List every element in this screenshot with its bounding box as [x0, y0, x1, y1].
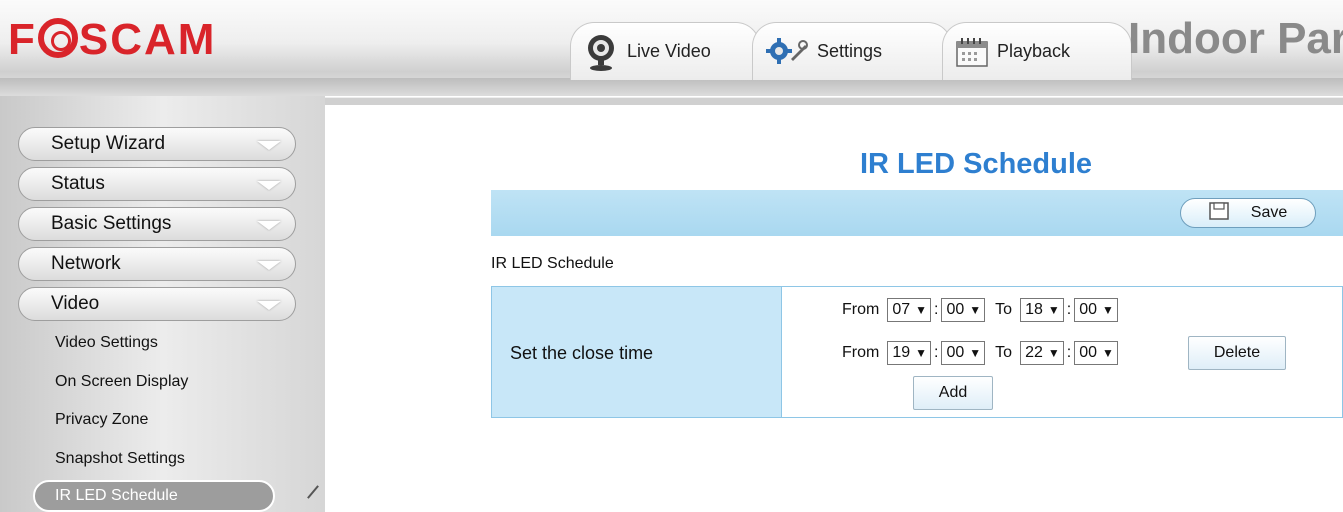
schedule-label-cell: Set the close time: [492, 287, 782, 417]
sidebar-active-label: IR LED Schedule: [55, 487, 178, 504]
chevron-down-icon: [257, 141, 281, 150]
to-label: To: [995, 301, 1013, 318]
tab-live-video-label: Live Video: [627, 41, 711, 61]
model-title: Indoor Par: [1128, 14, 1343, 63]
sidebar-item-label: Network: [51, 253, 121, 274]
from-label: From: [842, 301, 880, 318]
tab-live-video[interactable]: Live Video: [570, 22, 760, 80]
colon: :: [1066, 301, 1072, 318]
save-label: Save: [1250, 204, 1288, 221]
tab-playback-label: Playback: [997, 41, 1071, 61]
chevron-down-icon: [257, 301, 281, 310]
colon: :: [934, 344, 939, 361]
from-minute-value: 00: [946, 344, 965, 361]
main-top-divider: [325, 97, 1343, 105]
tab-settings[interactable]: Settings: [752, 22, 952, 80]
sidebar-subitem-on-screen-display[interactable]: On Screen Display: [55, 373, 188, 391]
add-button[interactable]: Add: [913, 376, 993, 410]
sidebar-item-status[interactable]: Status: [18, 167, 296, 201]
to-hour-value: 22: [1025, 344, 1043, 361]
sidebar-item-label: Basic Settings: [51, 213, 172, 234]
calendar-icon: [955, 36, 989, 68]
tab-settings-label: Settings: [817, 41, 883, 61]
to-hour-select[interactable]: 18 ▼: [1020, 298, 1064, 322]
gears-icon: [765, 37, 809, 67]
chevron-down-icon: ▼: [1102, 303, 1114, 317]
save-button[interactable]: Save: [1180, 198, 1316, 228]
to-hour-value: 18: [1025, 301, 1043, 318]
chevron-down-icon: ▼: [915, 346, 928, 360]
section-label: IR LED Schedule: [491, 255, 614, 272]
to-minute-select[interactable]: 00 ▼: [1074, 298, 1118, 322]
save-icon: [1209, 201, 1229, 225]
sidebar-item-network[interactable]: Network: [18, 247, 296, 281]
from-hour-select[interactable]: 07 ▼: [887, 298, 932, 322]
colon: :: [1066, 344, 1072, 361]
webcam-icon: [583, 32, 619, 72]
sidebar-item-label: Setup Wizard: [51, 133, 166, 154]
from-hour-select[interactable]: 19 ▼: [887, 341, 932, 365]
sidebar-item-video[interactable]: Video: [18, 287, 296, 321]
schedule-row: From 19 ▼ : 00 ▼ To 22 ▼ : 00 ▼: [842, 340, 1118, 366]
from-minute-value: 00: [946, 301, 965, 318]
tab-playback[interactable]: Playback: [942, 22, 1132, 80]
to-minute-select[interactable]: 00 ▼: [1074, 341, 1118, 365]
sidebar-item-setup-wizard[interactable]: Setup Wizard: [18, 127, 296, 161]
from-minute-select[interactable]: 00 ▼: [941, 298, 986, 322]
to-label: To: [995, 344, 1013, 361]
to-hour-select[interactable]: 22 ▼: [1020, 341, 1064, 365]
header-strip: [0, 78, 1343, 96]
chevron-down-icon: ▼: [915, 303, 928, 317]
from-hour-value: 19: [892, 344, 911, 361]
chevron-down-icon: [257, 261, 281, 270]
schedule-row: From 07 ▼ : 00 ▼ To 18 ▼ : 00 ▼: [842, 297, 1118, 323]
chevron-down-icon: ▼: [1102, 346, 1114, 360]
chevron-down-icon: [257, 181, 281, 190]
close-time-label: Set the close time: [510, 343, 654, 363]
delete-button[interactable]: Delete: [1188, 336, 1286, 370]
to-minute-value: 00: [1079, 301, 1097, 318]
sidebar-subitem-video-settings[interactable]: Video Settings: [55, 334, 158, 352]
sidebar-subitem-snapshot-settings[interactable]: Snapshot Settings: [55, 450, 185, 468]
sidebar-subitem-ir-led-schedule[interactable]: IR LED Schedule: [33, 480, 275, 512]
sidebar-subitem-privacy-zone[interactable]: Privacy Zone: [55, 411, 148, 429]
to-minute-value: 00: [1079, 344, 1097, 361]
chevron-down-icon: ▼: [1047, 303, 1060, 317]
chevron-down-icon: [257, 221, 281, 230]
chevron-down-icon: ▼: [969, 346, 982, 360]
from-label: From: [842, 344, 880, 361]
sidebar-item-label: Video: [51, 293, 100, 314]
from-minute-select[interactable]: 00 ▼: [941, 341, 986, 365]
schedule-table: Set the close time From 07 ▼ : 00 ▼ To 18 ▼…: [491, 286, 1343, 418]
sidebar-item-label: Status: [51, 173, 105, 194]
chevron-down-icon: ▼: [969, 303, 982, 317]
colon: :: [934, 301, 939, 318]
foscam-logo: F SCAM: [8, 15, 217, 64]
sidebar-item-basic-settings[interactable]: Basic Settings: [18, 207, 296, 241]
from-hour-value: 07: [892, 301, 911, 318]
page-title: IR LED Schedule: [860, 148, 1093, 180]
chevron-down-icon: ▼: [1047, 346, 1060, 360]
